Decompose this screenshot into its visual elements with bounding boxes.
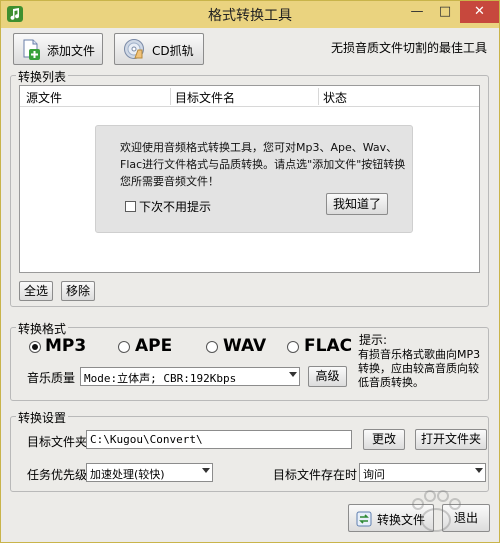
convert-format-group-label: 转换格式 [16,320,69,337]
add-file-icon [23,39,40,60]
priority-label: 任务优先级 [27,468,88,482]
music-quality-select[interactable]: Mode:立体声; CBR:192Kbps [80,367,300,386]
format-radio-mp3[interactable] [29,341,41,353]
file-exists-select[interactable]: 询问 [359,463,486,482]
select-all-button[interactable]: 全选 [19,281,53,301]
column-source-file[interactable]: 源文件 [26,89,62,106]
welcome-tip-panel: 欢迎使用音频格式转换工具，您可对Mp3、Ape、Wav、Flac进行文件格式与品… [95,125,413,233]
slogan-text: 无损音质文件切割的最佳工具 [331,41,488,55]
cd-icon [124,39,144,59]
cd-rip-label: CD抓轨 [152,44,194,58]
maximize-button[interactable]: □ [432,1,458,23]
music-quality-value: Mode:立体声; CBR:192Kbps [84,372,237,385]
add-file-button[interactable]: 添加文件 [13,33,103,65]
list-header: 源文件 目标文件名 状态 [20,86,479,107]
chevron-down-icon [289,372,297,377]
format-label-flac: FLAC [304,336,353,356]
column-target-file[interactable]: 目标文件名 [175,89,235,106]
format-label-mp3: MP3 [45,336,87,356]
column-status[interactable]: 状态 [323,89,347,106]
priority-value: 加速处理(较快) [90,468,165,481]
chevron-down-icon [202,468,210,473]
close-button[interactable]: ✕ [460,1,499,23]
file-exists-label: 目标文件存在时 [273,468,358,482]
cd-rip-button[interactable]: CD抓轨 [114,33,204,65]
convert-list-group-label: 转换列表 [16,68,69,85]
add-file-label: 添加文件 [47,44,96,58]
change-folder-button[interactable]: 更改 [363,429,405,450]
convert-file-list[interactable]: 源文件 目标文件名 状态 欢迎使用音频格式转换工具，您可对Mp3、Ape、Wav… [19,85,480,273]
convert-icon [356,511,372,527]
chevron-down-icon [475,468,483,473]
format-converter-window: 格式转换工具 — □ ✕ 添加文件 CD抓轨 无损音质文件切割的最佳工具 转换列… [0,0,500,543]
welcome-message: 欢迎使用音频格式转换工具，您可对Mp3、Ape、Wav、Flac进行文件格式与品… [120,141,406,188]
file-exists-value: 询问 [363,468,385,481]
convert-settings-group-label: 转换设置 [16,409,69,426]
format-radio-wav[interactable] [206,341,218,353]
hint-title: 提示: [359,333,388,347]
target-folder-label: 目标文件夹 [27,435,88,449]
no-remind-checkbox[interactable] [125,201,136,212]
format-radio-flac[interactable] [287,341,299,353]
format-label-ape: APE [135,336,173,356]
priority-select[interactable]: 加速处理(较快) [86,463,213,482]
title-bar[interactable]: 格式转换工具 — □ ✕ [1,1,499,28]
format-label-wav: WAV [223,336,267,356]
column-separator [170,88,171,105]
target-folder-input[interactable]: C:\Kugou\Convert\ [86,430,352,449]
advanced-button[interactable]: 高级 [308,366,347,387]
minimize-button[interactable]: — [404,1,430,23]
column-separator [318,88,319,105]
open-folder-button[interactable]: 打开文件夹 [415,429,487,450]
got-it-button[interactable]: 我知道了 [326,193,388,215]
music-quality-label: 音乐质量 [27,371,76,385]
remove-button[interactable]: 移除 [61,281,95,301]
no-remind-label: 下次不用提示 [139,200,212,214]
format-radio-ape[interactable] [118,341,130,353]
paw-watermark-icon [412,490,461,532]
hint-text: 有损音乐格式歌曲向MP3转换，应由较高音质向较低音质转换。 [358,348,481,389]
